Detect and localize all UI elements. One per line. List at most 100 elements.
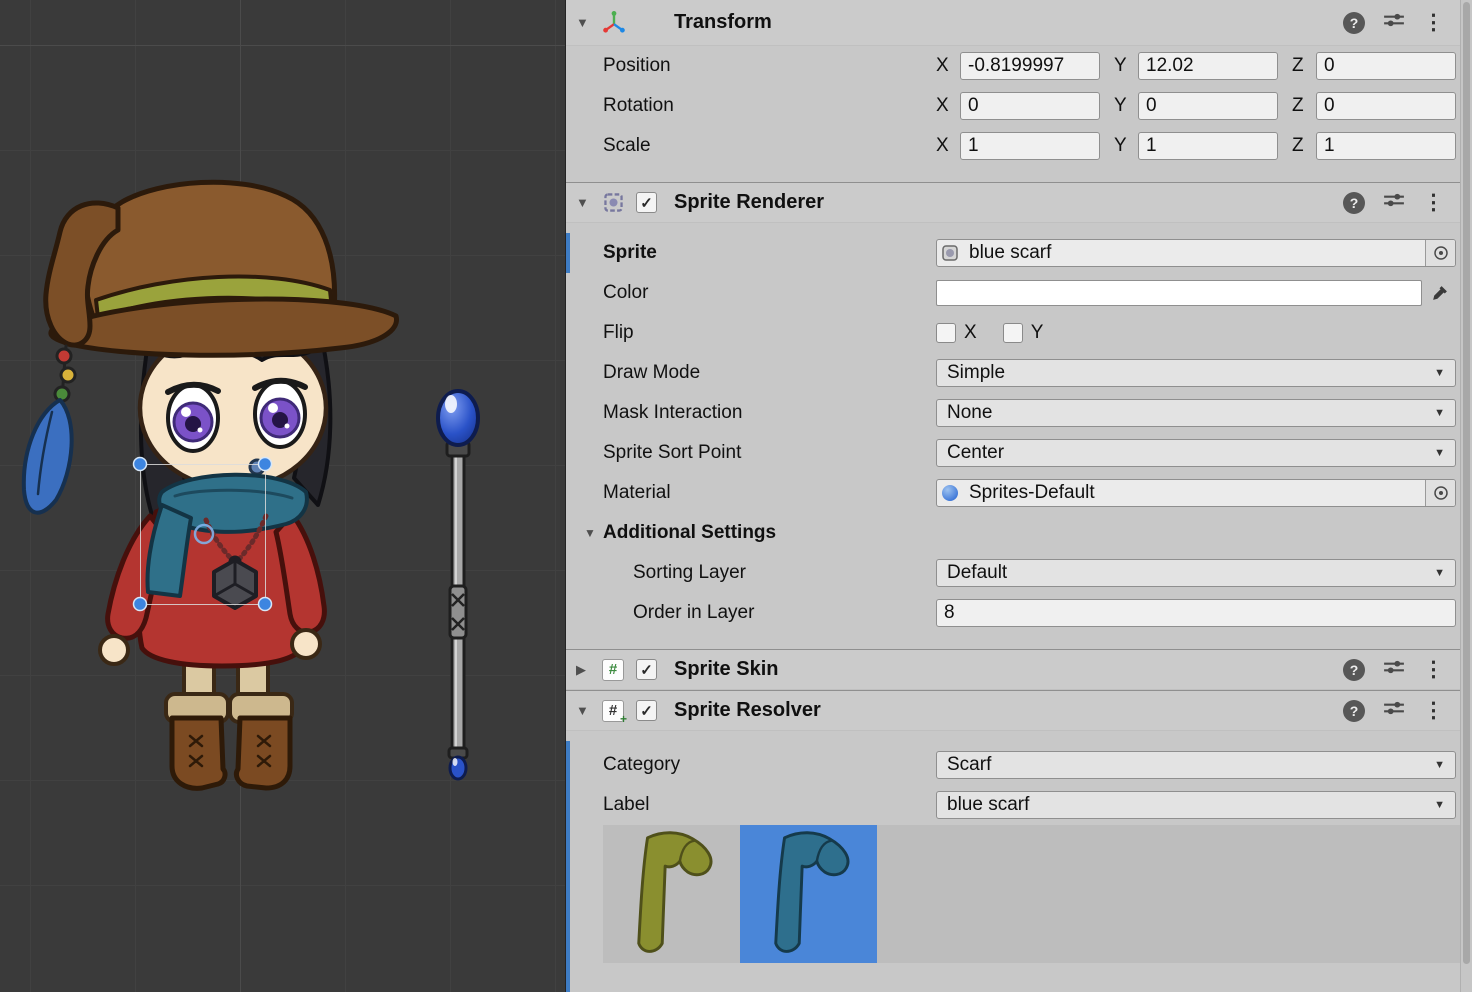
color-label: Color: [603, 282, 936, 304]
position-z-input[interactable]: [1316, 52, 1456, 80]
thumbnail-blue-scarf[interactable]: [740, 825, 877, 963]
transform-component: ▼ Transform ?: [566, 0, 1460, 182]
axis-z-label: Z: [1292, 95, 1316, 117]
scene-canvas[interactable]: [0, 0, 565, 992]
chevron-down-icon: ▼: [1434, 567, 1445, 579]
axis-x-label: X: [936, 135, 960, 157]
scrollbar-thumb[interactable]: [1463, 2, 1470, 964]
object-picker-icon[interactable]: [1425, 480, 1455, 506]
scene-view[interactable]: [0, 0, 565, 992]
help-icon[interactable]: ?: [1343, 659, 1365, 681]
position-y-input[interactable]: [1138, 52, 1278, 80]
axis-z-label: Z: [1292, 135, 1316, 157]
help-icon[interactable]: ?: [1343, 192, 1365, 214]
presets-icon[interactable]: [1383, 700, 1405, 721]
component-title: Sprite Renderer: [674, 191, 824, 214]
component-title: Sprite Resolver: [674, 699, 821, 722]
rotation-y-input[interactable]: [1138, 92, 1278, 120]
scale-z-input[interactable]: [1316, 132, 1456, 160]
component-enabled-checkbox[interactable]: ✓: [636, 192, 657, 213]
help-icon[interactable]: ?: [1343, 700, 1365, 722]
sprite-resolver-body: Category Scarf ▼ Label blue scarf: [566, 731, 1460, 992]
character-sprite[interactable]: [24, 182, 397, 788]
draw-mode-row: Draw Mode Simple ▼: [566, 353, 1460, 393]
material-object-field[interactable]: Sprites-Default: [936, 479, 1456, 507]
category-dropdown[interactable]: Scarf ▼: [936, 751, 1456, 779]
help-icon[interactable]: ?: [1343, 12, 1365, 34]
color-row: Color: [566, 273, 1460, 313]
presets-icon[interactable]: [1383, 192, 1405, 213]
sprite-renderer-icon: [602, 191, 636, 214]
material-value: Sprites-Default: [963, 482, 1425, 504]
position-x-input[interactable]: [960, 52, 1100, 80]
position-row: Position X Y Z: [566, 46, 1460, 86]
order-in-layer-input[interactable]: [936, 599, 1456, 627]
sprite-object-field[interactable]: blue scarf: [936, 239, 1456, 267]
rotation-row: Rotation X Y Z: [566, 86, 1460, 126]
draw-mode-label: Draw Mode: [603, 362, 936, 384]
color-swatch[interactable]: [936, 280, 1422, 306]
foldout-open-icon[interactable]: ▼: [576, 195, 602, 210]
kebab-menu-icon[interactable]: ⋮: [1423, 700, 1444, 721]
label-dropdown[interactable]: blue scarf ▼: [936, 791, 1456, 819]
kebab-menu-icon[interactable]: ⋮: [1423, 659, 1444, 680]
inspector-scrollbar[interactable]: [1460, 0, 1472, 992]
object-picker-icon[interactable]: [1425, 240, 1455, 266]
inspector-panel: ▼ Transform ?: [565, 0, 1472, 992]
sorting-layer-dropdown[interactable]: Default ▼: [936, 559, 1456, 587]
presets-icon[interactable]: [1383, 659, 1405, 680]
transform-header[interactable]: ▼ Transform ?: [566, 0, 1460, 46]
sprite-sort-point-dropdown[interactable]: Center ▼: [936, 439, 1456, 467]
category-row: Category Scarf ▼: [566, 745, 1460, 785]
flip-y-checkbox[interactable]: [1003, 323, 1023, 343]
kebab-menu-icon[interactable]: ⋮: [1423, 12, 1444, 33]
sprite-sort-point-row: Sprite Sort Point Center ▼: [566, 433, 1460, 473]
presets-icon[interactable]: [1383, 12, 1405, 33]
eyedropper-icon[interactable]: [1422, 284, 1456, 303]
chevron-down-icon: ▼: [1434, 407, 1445, 419]
rotation-z-input[interactable]: [1316, 92, 1456, 120]
sprite-renderer-component: ▼ ✓ Sprite Renderer ?: [566, 182, 1460, 649]
component-enabled-checkbox[interactable]: ✓: [636, 659, 657, 680]
material-icon: [937, 485, 963, 501]
kebab-menu-icon[interactable]: ⋮: [1423, 192, 1444, 213]
sprite-skin-component: ▶ # ✓ Sprite Skin ?: [566, 649, 1460, 690]
thumbnail-green-scarf[interactable]: [603, 825, 740, 963]
component-title: Sprite Skin: [674, 658, 778, 681]
sprite-icon: [937, 244, 963, 262]
sorting-layer-label: Sorting Layer: [603, 562, 936, 584]
chevron-down-icon: ▼: [1434, 447, 1445, 459]
axis-z-label: Z: [1292, 55, 1316, 77]
component-enabled-checkbox[interactable]: ✓: [636, 700, 657, 721]
material-row: Material Sprites-Default: [566, 473, 1460, 513]
draw-mode-dropdown[interactable]: Simple ▼: [936, 359, 1456, 387]
rotation-label: Rotation: [603, 95, 936, 117]
sprite-renderer-header[interactable]: ▼ ✓ Sprite Renderer ?: [566, 183, 1460, 223]
sprite-resolver-header[interactable]: ▼ #+ ✓ Sprite Resolver ?: [566, 691, 1460, 731]
mask-interaction-dropdown[interactable]: None ▼: [936, 399, 1456, 427]
sprite-resolver-component: ▼ #+ ✓ Sprite Resolver ?: [566, 690, 1460, 992]
staff-sprite[interactable]: [438, 391, 478, 779]
foldout-open-icon[interactable]: ▼: [576, 703, 602, 718]
order-in-layer-label: Order in Layer: [603, 602, 936, 624]
position-label: Position: [603, 55, 936, 77]
scale-row: Scale X Y Z: [566, 126, 1460, 166]
flip-label: Flip: [603, 322, 936, 344]
sprite-value: blue scarf: [963, 242, 1425, 264]
flip-x-checkbox[interactable]: [936, 323, 956, 343]
foldout-open-icon[interactable]: ▼: [576, 15, 602, 30]
transform-icon: [602, 11, 636, 35]
sprite-skin-header[interactable]: ▶ # ✓ Sprite Skin ?: [566, 650, 1460, 690]
scale-y-input[interactable]: [1138, 132, 1278, 160]
additional-settings-foldout[interactable]: ▼ Additional Settings: [566, 513, 1460, 553]
foldout-open-icon[interactable]: ▼: [584, 526, 603, 540]
rotation-x-input[interactable]: [960, 92, 1100, 120]
unity-editor: ▼ Transform ?: [0, 0, 1472, 992]
scale-x-input[interactable]: [960, 132, 1100, 160]
sprite-row: Sprite blue scarf: [566, 233, 1460, 273]
foldout-closed-icon[interactable]: ▶: [576, 662, 602, 678]
flip-x-label: X: [964, 322, 977, 344]
sorting-layer-row: Sorting Layer Default ▼: [566, 553, 1460, 593]
category-label: Category: [603, 754, 936, 776]
label-label: Label: [603, 794, 936, 816]
